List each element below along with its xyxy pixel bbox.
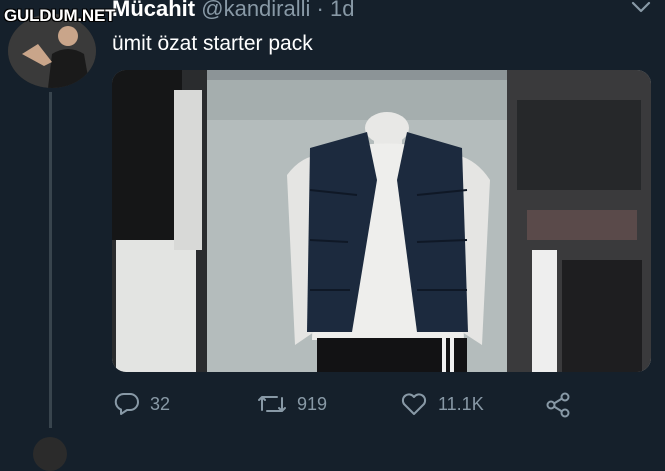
like-button[interactable]: 11.1K [400,392,484,416]
tweet-image[interactable] [112,70,651,372]
like-icon [400,392,428,416]
reply-count: 32 [150,393,171,414]
reply-button[interactable]: 32 [114,392,170,416]
retweet-icon [257,392,287,416]
display-name[interactable]: Mücahit [112,0,195,21]
action-bar: 32 919 11.1K [0,392,665,422]
share-button[interactable] [545,392,571,418]
retweet-count: 919 [297,393,328,414]
reply-icon [114,392,140,416]
chevron-down-icon[interactable] [630,0,652,14]
share-icon [545,392,571,418]
next-avatar[interactable] [33,437,67,471]
timestamp[interactable]: 1d [330,0,354,21]
thread-line [49,92,52,428]
watermark: GULDUM.NET [4,6,116,25]
like-count: 11.1K [438,393,484,414]
retweet-button[interactable]: 919 [257,392,327,416]
tweet-header: Mücahit @kandiralli · 1d [112,0,354,22]
handle[interactable]: @kandiralli [201,0,310,21]
tweet-text: ümit özat starter pack [112,32,313,55]
separator: · [316,0,324,21]
